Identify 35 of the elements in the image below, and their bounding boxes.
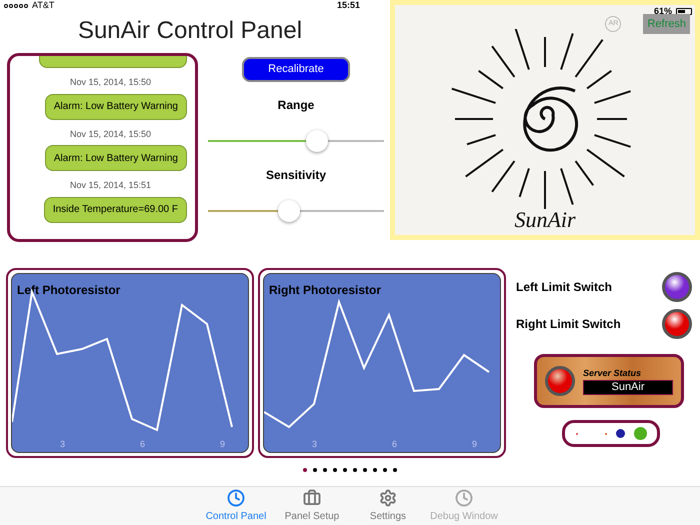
message-time: Nov 15, 2014, 15:50 bbox=[70, 128, 152, 140]
slider[interactable] bbox=[208, 200, 384, 222]
clock-icon bbox=[455, 488, 473, 506]
limit-switch-label: Left Limit Switch bbox=[516, 278, 612, 296]
carrier-name: AT&T bbox=[32, 0, 54, 12]
message-time: Nov 15, 2014, 15:51 bbox=[70, 179, 152, 192]
axis-tick-label: 9 bbox=[472, 438, 478, 451]
chart-title: Right Photoresistor bbox=[269, 282, 382, 299]
axis-tick-label: 3 bbox=[312, 438, 318, 451]
clock-time: 15:51 bbox=[336, 0, 360, 12]
message-bubble: Inside Temperature=69.00 F bbox=[44, 196, 187, 222]
recalibrate-button[interactable]: Recalibrate bbox=[242, 57, 350, 82]
slider[interactable] bbox=[208, 130, 384, 152]
limit-switch-label: Right Limit Switch bbox=[516, 316, 621, 332]
axis-tick-label: 6 bbox=[392, 438, 398, 451]
axis-tick-label: 6 bbox=[140, 438, 146, 451]
message-time: Nov 15, 2014, 15:50 bbox=[70, 76, 152, 89]
clock-icon bbox=[227, 488, 245, 506]
tab[interactable]: Settings bbox=[353, 487, 423, 525]
message-bubble: Alarm: Low Battery Warning bbox=[44, 94, 187, 120]
slider-label: Sensitivity bbox=[266, 167, 326, 184]
slider-label: Range bbox=[278, 97, 314, 114]
server-status-label: Server Status bbox=[583, 366, 642, 380]
server-status-value: SunAir bbox=[583, 380, 673, 396]
chart-title: Left Photoresistor bbox=[17, 282, 120, 299]
signal-strength-icon bbox=[4, 4, 28, 8]
axis-tick-label: 3 bbox=[60, 438, 66, 451]
message-bubble: Alarm: Low Battery Warning bbox=[44, 145, 187, 171]
tab[interactable]: Panel Setup bbox=[277, 487, 347, 525]
toolbox-icon bbox=[303, 488, 321, 506]
page-title: SunAir Control Panel bbox=[76, 16, 304, 46]
tab[interactable]: Control Panel bbox=[201, 487, 271, 525]
settings-icon bbox=[379, 488, 397, 506]
logo-wordmark: SunAir bbox=[514, 206, 576, 234]
axis-tick-label: 9 bbox=[220, 438, 226, 451]
